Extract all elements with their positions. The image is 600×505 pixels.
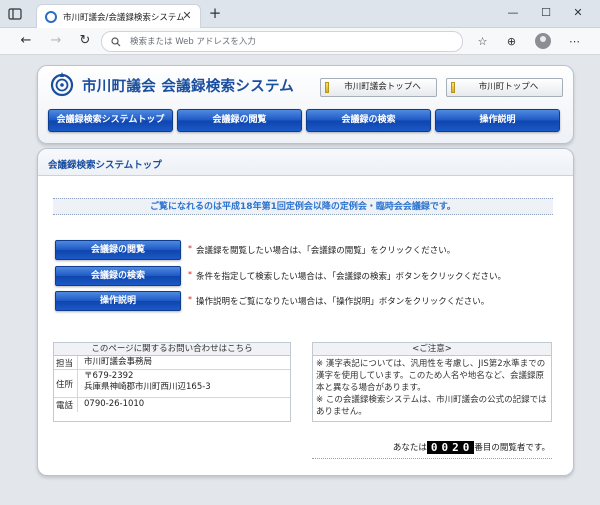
favorites-icon[interactable]: ☆ [474,33,491,50]
caution-line: ※ 漢字表記については、汎用性を考慮し、JIS第2水準までの漢字を使用しています… [316,359,546,393]
contact-value: 市川町議会事務局 [84,357,153,367]
town-top-link[interactable]: 市川町トップへ [446,78,563,97]
contact-row: 住所 〒679-2392 兵庫県神崎郡市川町西川辺165-3 [54,370,290,398]
address-bar[interactable] [101,31,463,52]
bullet-mark: * [188,244,192,253]
contact-row: 電話 0790-26-1010 [54,398,290,412]
nav-tab-search[interactable]: 会議録の検索 [306,109,431,132]
notice-banner: ご覧になれるのは平成18年第1回定例会以降の定例会・臨時会会議録です。 [53,198,553,215]
collections-icon[interactable]: ⊕ [503,33,520,50]
favicon-icon [45,11,57,23]
address-input[interactable] [130,34,450,50]
bullet-mark: * [188,270,192,279]
content-header: 会議録検索システムトップ [38,149,573,176]
gikai-top-link[interactable]: 市川町議会トップへ [320,78,437,97]
counter-suffix: 番目の閲覧者です。 [474,443,550,453]
reload-button[interactable]: ↻ [76,32,94,50]
browse-description: * 会議録を閲覧したい場合は、「会議録の閲覧」をクリックください。 [188,244,455,256]
caution-heading: <ご注意> [313,343,551,356]
site-header: 市川町議会 会議録検索システム 市川町議会トップへ 市川町トップへ 会議録検索シ… [37,65,574,144]
browse-button[interactable]: 会議録の閲覧 [55,240,181,260]
new-tab-button[interactable]: + [206,4,224,22]
address-postal: 〒679-2392 [84,371,134,381]
section-title: 会議録検索システムトップ [48,160,162,171]
search-icon [111,37,121,47]
close-window-button[interactable]: ✕ [567,4,589,22]
search-button[interactable]: 会議録の検索 [55,266,181,286]
site-title: 市川町議会 会議録検索システム [82,79,295,95]
help-description: * 操作説明をご覧になりたい場合は、「操作説明」ボタンをクリックください。 [188,295,489,307]
content-panel: 会議録検索システムトップ ご覧になれるのは平成18年第1回定例会以降の定例会・臨… [37,148,574,476]
contact-heading: このページに関するお問い合わせはこちら [54,343,290,356]
browse-description-text: 会議録を閲覧したい場合は、「会議録の閲覧」をクリックください。 [196,246,456,256]
back-button[interactable]: ← [17,32,35,50]
contact-key: 担当 [54,356,78,369]
nav-tab-help[interactable]: 操作説明 [435,109,560,132]
help-button[interactable]: 操作説明 [55,291,181,311]
forward-button[interactable]: → [47,32,65,50]
contact-value: 〒679-2392 兵庫県神崎郡市川町西川辺165-3 [84,370,290,394]
town-top-link-label: 市川町トップへ [478,82,539,92]
search-description-text: 条件を指定して検索したい場合は、「会議録の検索」ボタンをクリックください。 [196,272,506,282]
caution-body: ※ 漢字表記については、汎用性を考慮し、JIS第2水準までの漢字を使用しています… [313,356,551,420]
counter-prefix: あなたは [392,443,427,453]
minimize-button[interactable]: — [502,4,524,22]
gikai-top-link-label: 市川町議会トップへ [344,82,421,92]
page-viewport: 市川町議会 会議録検索システム 市川町議会トップへ 市川町トップへ 会議録検索シ… [0,56,600,505]
contact-key: 住所 [54,370,78,397]
tab-close-icon[interactable]: ✕ [180,9,194,23]
more-menu-icon[interactable]: ⋯ [566,33,583,50]
tab-title: 市川町議会/会議録検索システム [63,13,185,23]
nav-tab-browse[interactable]: 会議録の閲覧 [177,109,302,132]
contact-table: このページに関するお問い合わせはこちら 担当 市川町議会事務局 住所 〒679-… [53,342,291,422]
contact-key: 電話 [54,398,78,412]
profile-avatar[interactable] [535,33,551,49]
bullet-mark: * [188,295,192,304]
address-line: 兵庫県神崎郡市川町西川辺165-3 [84,382,211,392]
browser-tab[interactable]: 市川町議会/会議録検索システム ✕ [36,4,201,28]
browser-toolbar: ← → ↻ ☆ ⊕ ⋯ [0,28,600,55]
search-description: * 条件を指定して検索したい場合は、「会議録の検索」ボタンをクリックください。 [188,270,506,282]
help-description-text: 操作説明をご覧になりたい場合は、「操作説明」ボタンをクリックください。 [196,297,490,307]
counter-digits: 0020 [426,441,475,454]
caution-line: ※ この会議録検索システムは、市川町議会の公式の記録ではありません。 [316,395,547,417]
nav-tab-top[interactable]: 会議録検索システムトップ [48,109,173,132]
contact-value: 0790-26-1010 [84,399,145,409]
contact-row: 担当 市川町議会事務局 [54,356,290,370]
maximize-button[interactable]: ☐ [535,4,557,22]
visitor-counter: あなたは 0020番目の閲覧者です。 [312,441,552,459]
browser-titlebar: 市川町議会/会議録検索システム ✕ + — ☐ ✕ [0,0,600,28]
tab-actions-icon[interactable] [7,6,23,22]
caution-box: <ご注意> ※ 漢字表記については、汎用性を考慮し、JIS第2水準までの漢字を使… [312,342,552,422]
town-emblem-icon [50,72,74,97]
